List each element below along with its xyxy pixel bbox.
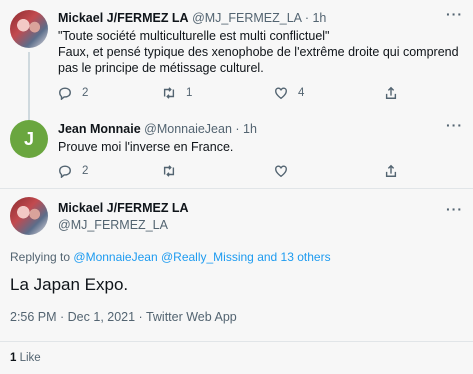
avatar-letter: J [23,128,34,149]
tweet-text-line: Prouve moi l'inverse en France. [58,140,234,154]
replying-others-link[interactable]: and 13 others [257,250,330,264]
replying-prefix: Replying to [10,250,71,264]
share-icon [385,164,397,177]
share-icon [385,86,397,99]
reply-icon [59,165,71,178]
retweet-count: 1 [186,87,193,99]
tweet-time[interactable]: · 1h [235,122,257,136]
heart-icon [275,87,287,100]
reply-count: 2 [82,87,89,99]
tweet-timestamp[interactable]: 2:56 PM · Dec 1, 2021 · Twitter Web App [10,310,237,324]
like-button[interactable] [274,164,288,178]
tweet-header: Jean Monnaie @MonnaieJean · 1h [58,122,257,136]
tweet-actions: 2 1 4 [58,86,398,102]
tweet-text: "Toute société multiculturelle est multi… [58,28,463,76]
like-count: 4 [298,87,305,99]
tweet-text-line: pas le principe de métissage culturel. [58,61,264,75]
reply-count: 2 [82,165,89,177]
replying-user-link[interactable]: @MonnaieJean [73,250,157,264]
more-icon[interactable]: ··· [446,6,463,22]
tweet-2[interactable]: J Jean Monnaie @MonnaieJean · 1h ··· Pro… [0,112,473,188]
tweet-time[interactable]: · 1h [305,11,327,25]
heart-icon [275,165,287,178]
tweet-text-line: Faux, et pensé typique des xenophobe de … [58,45,459,59]
replying-user-link[interactable]: @Really_Missing [161,250,254,264]
more-icon[interactable]: ··· [446,201,463,217]
avatar[interactable]: J [10,120,48,158]
replying-to: Replying to @MonnaieJean @Really_Missing… [10,250,331,264]
like-stats[interactable]: 1 Like [10,352,41,364]
retweet-button[interactable]: 1 [162,86,192,100]
more-icon[interactable]: ··· [446,117,463,133]
like-button[interactable]: 4 [274,86,304,100]
share-button[interactable] [384,86,398,100]
main-tweet-text: La Japan Expo. [10,275,129,294]
avatar[interactable] [10,197,48,235]
avatar[interactable] [10,10,48,48]
retweet-button[interactable] [162,164,176,178]
tweet-1[interactable]: Mickael J/FERMEZ LA @MJ_FERMEZ_LA · 1h ·… [0,0,473,112]
author-handle[interactable]: @MJ_FERMEZ_LA [192,11,301,25]
tweet-text-line: "Toute société multiculturelle est multi… [58,29,330,43]
divider [0,341,473,342]
main-tweet: Mickael J/FERMEZ LA @MJ_FERMEZ_LA ··· Re… [0,189,473,374]
main-author-name[interactable]: Mickael J/FERMEZ LA [58,201,189,215]
thread-line [28,52,30,112]
reply-button[interactable]: 2 [58,86,88,100]
tweet-actions: 2 [58,164,398,180]
retweet-icon [163,87,175,99]
like-stat-count: 1 [10,352,17,364]
main-author-handle[interactable]: @MJ_FERMEZ_LA [58,218,168,232]
like-stat-label: Like [19,352,41,364]
share-button[interactable] [384,164,398,178]
reply-icon [59,87,71,100]
tweet-header: Mickael J/FERMEZ LA @MJ_FERMEZ_LA · 1h [58,11,326,25]
author-name[interactable]: Jean Monnaie [58,122,141,136]
author-handle[interactable]: @MonnaieJean [144,122,232,136]
reply-button[interactable]: 2 [58,164,88,178]
tweet-text: Prouve moi l'inverse en France. [58,139,463,155]
retweet-icon [163,165,175,177]
thread-line [28,112,30,120]
author-name[interactable]: Mickael J/FERMEZ LA [58,11,189,25]
